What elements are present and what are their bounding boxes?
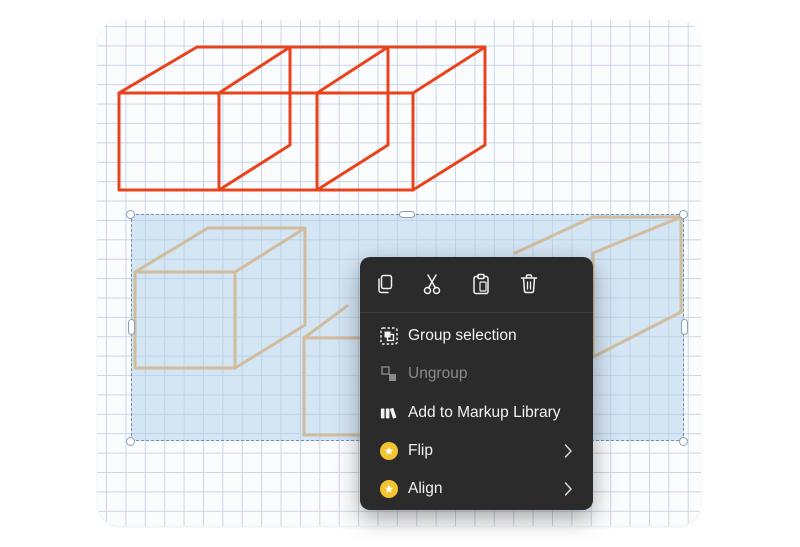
chevron-right-icon xyxy=(564,482,572,496)
paste-button[interactable] xyxy=(468,271,494,297)
resize-handle-top-left[interactable] xyxy=(126,210,135,219)
menu-divider xyxy=(360,312,593,313)
red-cubes xyxy=(117,45,487,192)
group-selection-label: Group selection xyxy=(408,327,517,344)
menu-item-group-selection[interactable]: Group selection xyxy=(366,319,587,353)
trash-icon xyxy=(520,274,538,294)
resize-handle-bottom-right[interactable] xyxy=(679,437,688,446)
align-label: Align xyxy=(408,480,443,497)
library-icon xyxy=(380,404,398,422)
ungroup-label: Ungroup xyxy=(408,365,468,382)
cut-button[interactable] xyxy=(419,271,445,297)
resize-handle-left[interactable] xyxy=(128,319,135,335)
chevron-right-icon xyxy=(564,444,572,458)
resize-handle-bottom-left[interactable] xyxy=(126,437,135,446)
resize-handle-top-right[interactable] xyxy=(679,210,688,219)
resize-handle-top[interactable] xyxy=(399,211,415,218)
menu-item-ungroup[interactable]: Ungroup xyxy=(366,357,587,391)
clipboard-icon xyxy=(473,273,489,295)
copy-icon xyxy=(378,274,393,294)
flip-label: Flip xyxy=(408,442,433,459)
add-to-markup-library-label: Add to Markup Library xyxy=(408,404,561,421)
menu-item-add-to-markup-library[interactable]: Add to Markup Library xyxy=(366,396,587,430)
group-icon xyxy=(380,327,398,345)
copy-button[interactable] xyxy=(372,271,398,297)
delete-button[interactable] xyxy=(516,271,542,297)
resize-handle-right[interactable] xyxy=(681,319,688,335)
ungroup-icon xyxy=(380,365,398,383)
menu-item-flip[interactable]: Flip xyxy=(366,434,587,468)
star-badge-icon xyxy=(380,442,398,460)
star-badge-icon xyxy=(380,480,398,498)
menu-item-align[interactable]: Align xyxy=(366,472,587,506)
menu-toolbar xyxy=(360,257,593,309)
scissors-icon xyxy=(423,274,441,295)
context-menu: Group selection Ungroup Add to Markup Li… xyxy=(360,257,593,510)
